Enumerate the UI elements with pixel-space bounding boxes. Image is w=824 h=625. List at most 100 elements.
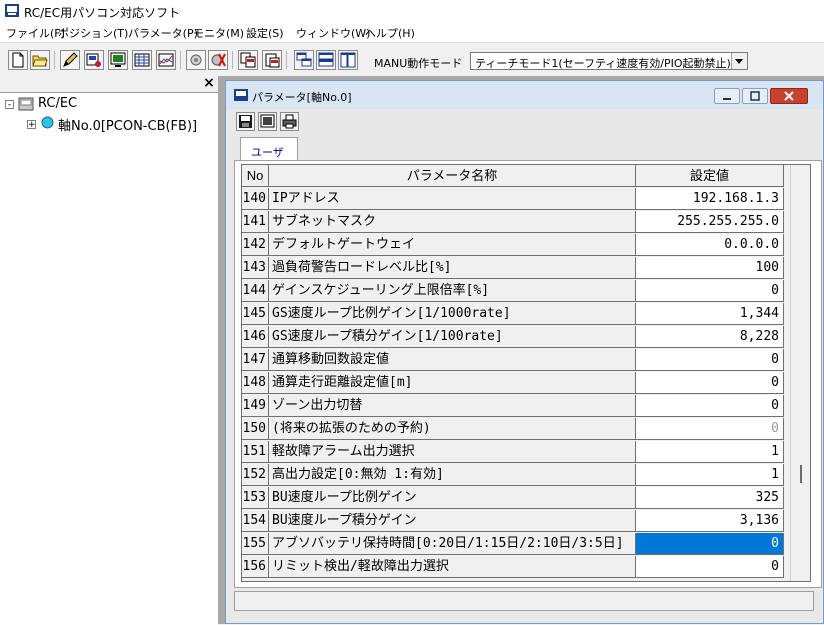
menu-monitor[interactable]: モニタ(M) <box>193 25 244 41</box>
display-button[interactable] <box>258 112 277 131</box>
new-file-icon <box>12 52 24 68</box>
param-value-cell[interactable]: 0 <box>636 395 784 417</box>
tree-axis-label[interactable]: 軸No.0[PCON-CB(FB)] <box>58 115 197 134</box>
param-name-cell: BU速度ループ比例ゲイン <box>269 487 636 509</box>
menu-position[interactable]: ポジション(T) <box>58 25 128 41</box>
table-row[interactable]: 147 通算移動回数設定値 0 <box>242 349 802 372</box>
param-value-cell[interactable]: 0 <box>636 556 784 578</box>
table-row[interactable]: 145 GS速度ループ比例ゲイン[1/1000rate] 1,344 <box>242 303 802 326</box>
table-row[interactable]: 150 (将来の拡張のための予約) 0 <box>242 418 802 441</box>
table-row[interactable]: 143 過負荷警告ロードレベル比[%] 100 <box>242 257 802 280</box>
toolbar-separator <box>286 51 287 69</box>
parameter-window-title: パラメータ[軸No.0] <box>252 91 352 104</box>
table-row[interactable]: 142 デフォルトゲートウェイ 0.0.0.0 <box>242 234 802 257</box>
tree-expand-toggle[interactable]: + <box>27 120 36 130</box>
table-row[interactable]: 155 アブソバッテリ保持時間[0:20日/1:15日/2:10日/3:5日] 0 <box>242 533 802 556</box>
copy-button[interactable] <box>238 50 258 70</box>
table-row[interactable]: 156 リミット検出/軽故障出力選択 0 <box>242 556 802 579</box>
param-number-cell: 149 <box>242 395 269 417</box>
param-name-cell: 通算走行距離設定値[m] <box>269 372 636 394</box>
table-button[interactable] <box>132 50 152 70</box>
table-row[interactable]: 152 高出力設定[0:無効 1:有効] 1 <box>242 464 802 487</box>
tile-horizontal-icon <box>318 52 334 67</box>
open-folder-button[interactable] <box>30 50 50 70</box>
table-row[interactable]: 141 サブネットマスク 255.255.255.0 <box>242 211 802 234</box>
column-header-no[interactable]: No <box>242 165 269 187</box>
scrollbar-thumb[interactable] <box>800 465 802 483</box>
table-row[interactable]: 151 軽故障アラーム出力選択 1 <box>242 441 802 464</box>
monitor-button[interactable] <box>108 50 128 70</box>
toolbar-separator <box>54 51 55 69</box>
teach-button[interactable] <box>84 50 104 70</box>
menu-parameter[interactable]: パラメータ(P) <box>128 25 198 41</box>
cascade-button[interactable] <box>294 50 314 70</box>
tree-root-label[interactable]: RC/EC <box>38 96 77 111</box>
window-close-button[interactable] <box>770 88 808 104</box>
new-file-button[interactable] <box>8 50 28 70</box>
param-value-cell[interactable]: 1,344 <box>636 303 784 325</box>
param-number-cell: 141 <box>242 211 269 233</box>
param-value-cell[interactable]: 0.0.0.0 <box>636 234 784 256</box>
manu-mode-select[interactable]: ティーチモード1(セーフティ速度有効/PIO起動禁止) <box>470 52 748 70</box>
param-value-cell[interactable]: 3,136 <box>636 510 784 532</box>
minimize-button[interactable] <box>714 88 740 104</box>
param-value-cell[interactable]: 1 <box>636 441 784 463</box>
chevron-down-icon[interactable] <box>731 53 747 69</box>
status-bar <box>234 591 814 611</box>
paste-icon <box>265 53 280 68</box>
param-value-cell[interactable]: 325 <box>636 487 784 509</box>
param-value-cell[interactable]: 0 <box>636 372 784 394</box>
param-name-cell: ゲインスケジューリング上限倍率[%] <box>269 280 636 302</box>
vertical-scrollbar[interactable] <box>790 165 810 581</box>
param-number-cell: 150 <box>242 418 269 440</box>
param-value-cell[interactable]: 1 <box>636 464 784 486</box>
param-name-cell: アブソバッテリ保持時間[0:20日/1:15日/2:10日/3:5日] <box>269 533 636 555</box>
menu-file[interactable]: ファイル(F) <box>6 25 65 41</box>
edit-pencil-button[interactable] <box>60 50 80 70</box>
open-folder-icon <box>32 55 48 67</box>
column-header-value[interactable]: 設定値 <box>636 165 784 187</box>
save-icon <box>239 115 252 128</box>
param-value-cell[interactable]: 0 <box>636 533 784 555</box>
param-value-cell[interactable]: 100 <box>636 257 784 279</box>
tile-vertical-button[interactable] <box>338 50 358 70</box>
save-button[interactable] <box>236 112 255 131</box>
tab-user[interactable]: ユーザ <box>240 137 298 161</box>
close-icon[interactable]: × <box>202 76 216 90</box>
controller-icon <box>18 97 34 111</box>
param-value-cell[interactable]: 0 <box>636 418 784 440</box>
param-name-cell: サブネットマスク <box>269 211 636 233</box>
column-header-name[interactable]: パラメータ名称 <box>269 165 636 187</box>
param-name-cell: ゾーン出力切替 <box>269 395 636 417</box>
table-row[interactable]: 146 GS速度ループ積分ゲイン[1/100rate] 8,228 <box>242 326 802 349</box>
paste-button[interactable] <box>262 50 282 70</box>
graph-button[interactable] <box>156 50 176 70</box>
table-row[interactable]: 154 BU速度ループ積分ゲイン 3,136 <box>242 510 802 533</box>
alarm-reset-icon <box>211 53 226 67</box>
tree-collapse-toggle[interactable]: - <box>5 100 14 110</box>
manu-mode-label: MANU動作モード <box>374 57 463 70</box>
table-row[interactable]: 148 通算走行距離設定値[m] 0 <box>242 372 802 395</box>
servo-button[interactable] <box>186 50 206 70</box>
maximize-button[interactable] <box>742 88 768 104</box>
menu-settings[interactable]: 設定(S) <box>246 25 284 41</box>
table-row[interactable]: 149 ゾーン出力切替 0 <box>242 395 802 418</box>
tile-vertical-icon <box>340 52 356 68</box>
table-row[interactable]: 153 BU速度ループ比例ゲイン 325 <box>242 487 802 510</box>
param-value-cell[interactable]: 0 <box>636 280 784 302</box>
menu-help[interactable]: ヘルプ(H) <box>365 25 415 41</box>
tile-horizontal-button[interactable] <box>316 50 336 70</box>
print-button[interactable] <box>280 112 299 131</box>
alarm-reset-button[interactable] <box>208 50 228 70</box>
param-name-cell: IPアドレス <box>269 188 636 210</box>
param-number-cell: 155 <box>242 533 269 555</box>
grid-header-row: No パラメータ名称 設定値 <box>242 165 802 188</box>
param-value-cell[interactable]: 255.255.255.0 <box>636 211 784 233</box>
menu-window[interactable]: ウィンドウ(W) <box>296 25 370 41</box>
table-row[interactable]: 140 IPアドレス 192.168.1.3 <box>242 188 802 211</box>
table-row[interactable]: 144 ゲインスケジューリング上限倍率[%] 0 <box>242 280 802 303</box>
param-value-cell[interactable]: 0 <box>636 349 784 371</box>
param-name-cell: BU速度ループ積分ゲイン <box>269 510 636 532</box>
param-value-cell[interactable]: 192.168.1.3 <box>636 188 784 210</box>
param-value-cell[interactable]: 8,228 <box>636 326 784 348</box>
